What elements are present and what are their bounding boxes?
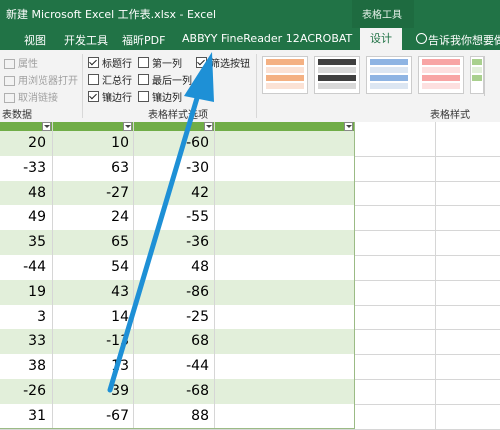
arrow-head [184,52,214,102]
annotation-arrow [107,52,214,393]
arrow-shaft [107,85,203,393]
